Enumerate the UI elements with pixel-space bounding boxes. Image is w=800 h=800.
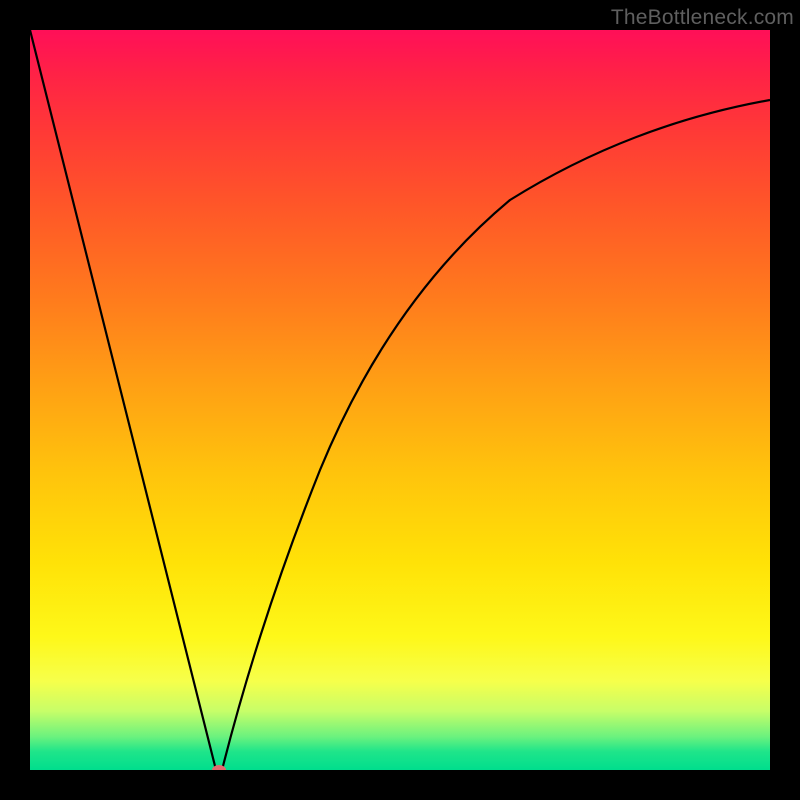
curve-path [30,30,770,770]
bottleneck-curve [30,30,770,770]
watermark-label: TheBottleneck.com [611,6,794,30]
plot-area [30,30,770,770]
chart-frame: TheBottleneck.com [0,0,800,800]
